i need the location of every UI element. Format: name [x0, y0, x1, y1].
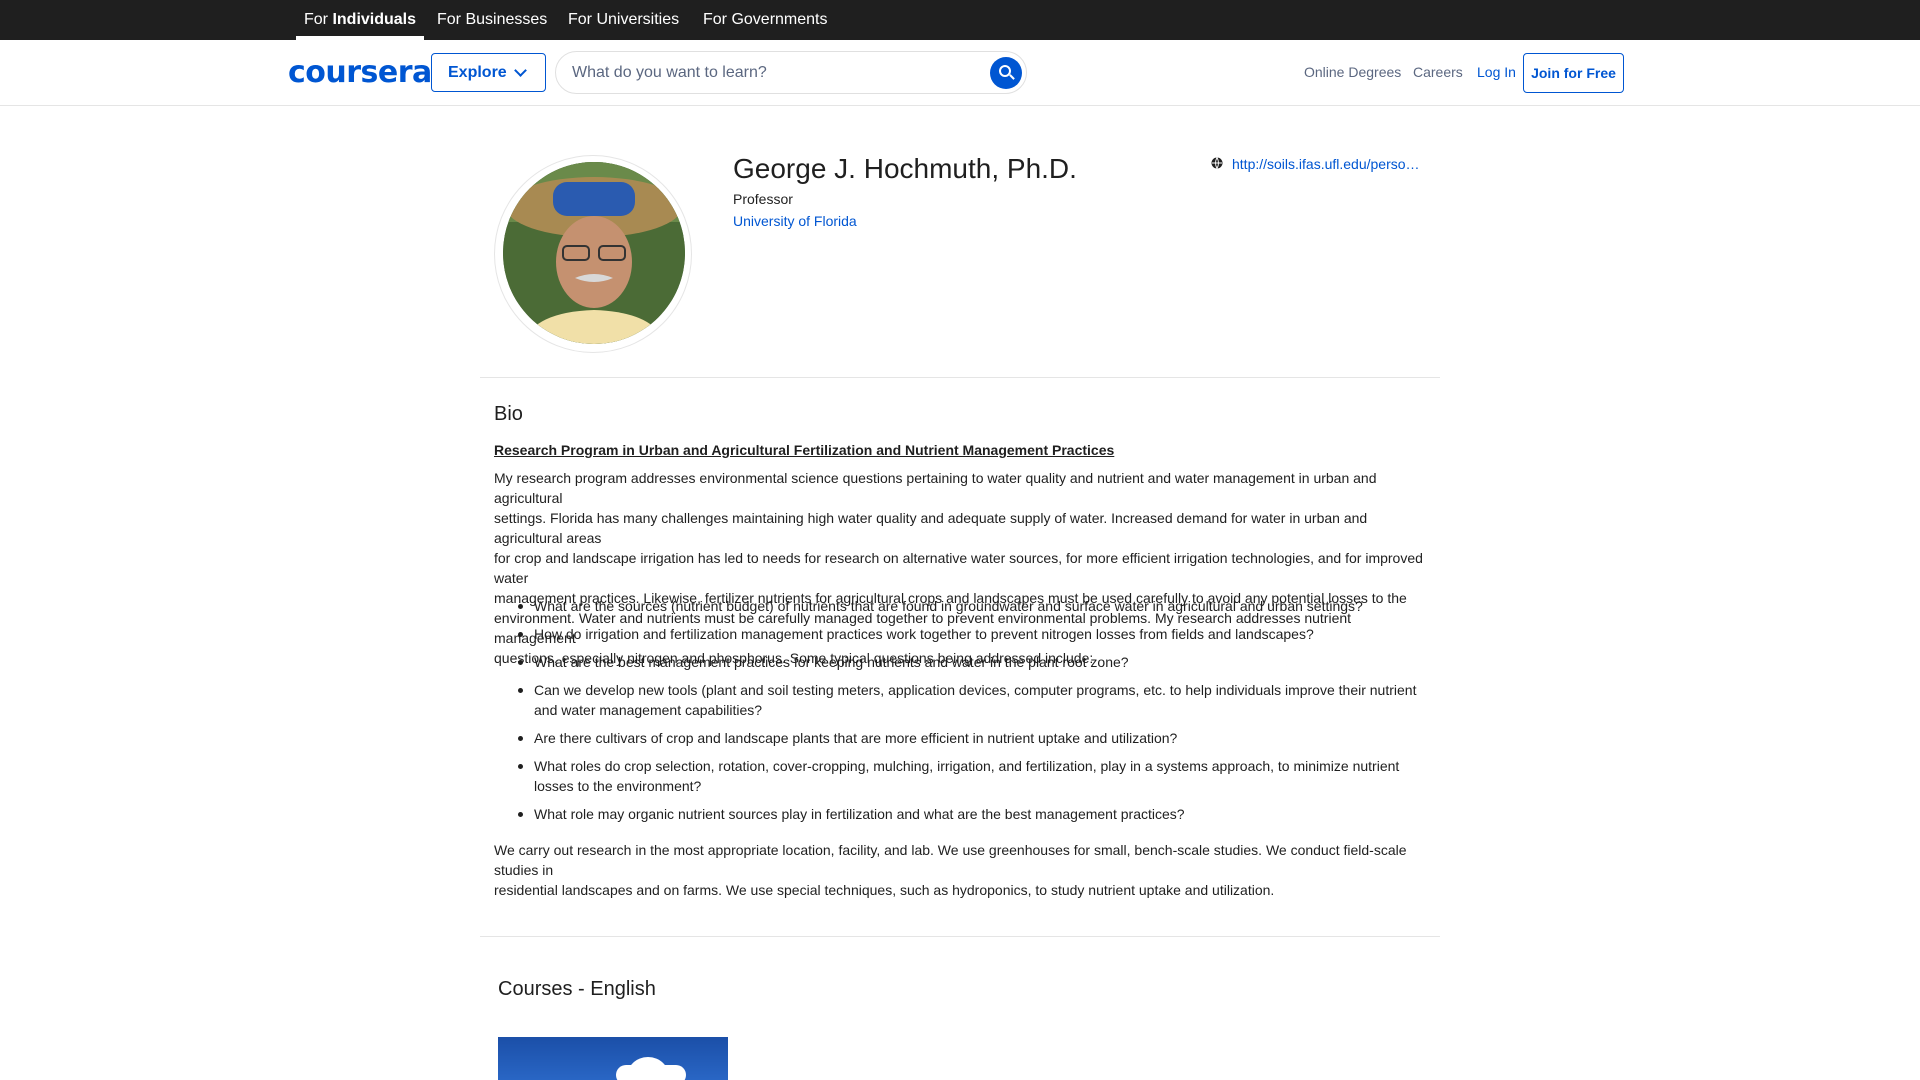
tab-individuals-label: Individuals — [332, 11, 417, 28]
explore-button[interactable]: Explore — [431, 53, 546, 92]
courses-heading: Courses - English — [498, 978, 656, 1000]
tab-governments[interactable]: For Governments — [695, 0, 835, 40]
coursera-logo[interactable]: coursera — [288, 55, 432, 90]
login-link[interactable]: Log In — [1477, 64, 1516, 80]
list-item: How do irrigation and fertilization mana… — [518, 624, 1424, 644]
explore-label: Explore — [448, 63, 507, 81]
tab-businesses[interactable]: For Businesses — [429, 0, 555, 40]
list-item: What are the best management practices f… — [518, 652, 1424, 672]
list-item: Can we develop new tools (plant and soil… — [518, 680, 1424, 720]
research-questions-list: What are the sources (nutrient budget) o… — [518, 596, 1424, 832]
list-item: What role may organic nutrient sources p… — [518, 804, 1424, 824]
audience-bar: For Individuals For Businesses For Unive… — [0, 0, 1920, 40]
instructor-website-link[interactable]: http://soils.ifas.ufl.edu/person... — [1232, 156, 1422, 172]
search-bar — [555, 51, 1027, 94]
join-for-free-button[interactable]: Join for Free — [1523, 53, 1624, 93]
site-header: coursera Explore Online Degrees Careers … — [0, 40, 1920, 106]
bio-intro-line: settings. Florida has many challenges ma… — [494, 510, 1368, 546]
bio-subheading: Research Program in Urban and Agricultur… — [494, 442, 1115, 458]
search-input[interactable] — [572, 63, 972, 82]
tab-individuals[interactable]: For Individuals — [296, 0, 425, 40]
section-divider — [480, 936, 1440, 937]
bio-closing-line: We carry out research in the most approp… — [494, 842, 1407, 878]
avatar-portrait — [503, 162, 685, 344]
instructor-organization-link[interactable]: University of Florida — [733, 213, 857, 229]
bio-closing-paragraph: We carry out research in the most approp… — [494, 840, 1424, 900]
bio-closing-line: residential landscapes and on farms. We … — [494, 882, 1275, 898]
tab-universities[interactable]: For Universities — [560, 0, 687, 40]
tab-individuals-prefix: For — [304, 11, 333, 28]
course-card-image[interactable] — [498, 1037, 728, 1080]
bio-intro-line: for crop and landscape irrigation has le… — [494, 550, 1423, 586]
instructor-title: Professor — [733, 191, 793, 207]
list-item: Are there cultivars of crop and landscap… — [518, 728, 1424, 748]
list-item: What are the sources (nutrient budget) o… — [518, 596, 1424, 616]
avatar — [503, 162, 685, 344]
globe-icon — [1211, 157, 1223, 169]
bio-heading: Bio — [494, 403, 523, 425]
search-button[interactable] — [990, 57, 1022, 89]
chevron-down-icon — [514, 64, 527, 77]
instructor-name: George J. Hochmuth, Ph.D. — [733, 153, 1077, 184]
section-divider — [480, 377, 1440, 378]
online-degrees-link[interactable]: Online Degrees — [1304, 64, 1401, 80]
careers-link[interactable]: Careers — [1413, 64, 1463, 80]
bio-intro-line: My research program addresses environmen… — [494, 470, 1377, 506]
list-item: What roles do crop selection, rotation, … — [518, 756, 1424, 796]
